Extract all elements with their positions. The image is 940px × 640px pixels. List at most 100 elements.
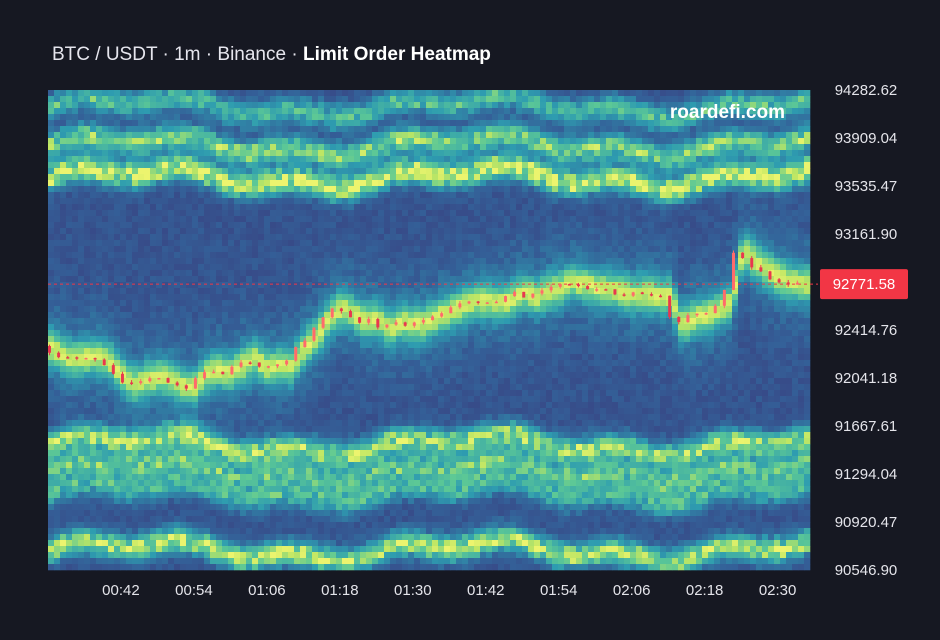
heatmap-cell xyxy=(108,258,115,265)
heatmap-cell xyxy=(114,564,121,571)
heatmap-cell xyxy=(132,438,139,445)
heatmap-cell xyxy=(408,408,415,415)
heatmap-cell xyxy=(336,408,343,415)
heatmap-cell xyxy=(300,144,307,151)
heatmap-cell xyxy=(246,210,253,217)
heatmap-cell xyxy=(150,120,157,127)
heatmap-cell xyxy=(120,138,127,145)
heatmap-cell xyxy=(114,354,121,361)
heatmap-cell xyxy=(78,144,85,151)
heatmap-cell xyxy=(366,342,373,349)
heatmap-cell xyxy=(192,420,199,427)
heatmap-cell xyxy=(288,312,295,319)
heatmap-cell xyxy=(288,102,295,109)
heatmap-cell xyxy=(330,174,337,181)
heatmap-cell xyxy=(258,228,265,235)
heatmap-cell xyxy=(108,324,115,331)
heatmap-cell xyxy=(288,420,295,427)
heatmap-cell xyxy=(132,348,139,355)
heatmap-cell xyxy=(144,246,151,253)
heatmap-cell xyxy=(126,324,133,331)
heatmap-cell xyxy=(126,510,133,517)
heatmap-cell xyxy=(264,240,271,247)
heatmap-cell xyxy=(108,102,115,109)
heatmap-cell xyxy=(96,378,103,385)
heatmap-cell xyxy=(252,330,259,337)
heatmap-cell xyxy=(282,216,289,223)
heatmap-cell xyxy=(258,348,265,355)
heatmap-cell xyxy=(168,228,175,235)
heatmap-cell xyxy=(84,396,91,403)
heatmap-cell xyxy=(48,528,55,535)
heatmap-cell xyxy=(216,552,223,559)
heatmap-cell xyxy=(198,408,205,415)
heatmap-cell xyxy=(162,318,169,325)
heatmap-cell xyxy=(330,522,337,529)
heatmap-cell xyxy=(240,564,247,571)
heatmap-cell xyxy=(276,114,283,121)
heatmap-cell xyxy=(54,444,61,451)
heatmap-cell xyxy=(354,450,361,457)
heatmap-cell xyxy=(144,342,151,349)
heatmap-cell xyxy=(366,468,373,475)
heatmap-cell xyxy=(288,210,295,217)
heatmap-cell xyxy=(258,516,265,523)
heatmap-cell xyxy=(318,558,325,565)
heatmap-cell xyxy=(264,264,271,271)
heatmap-cell xyxy=(312,426,319,433)
heatmap-cell xyxy=(396,102,403,109)
heatmap-cell xyxy=(330,300,337,307)
heatmap-cell xyxy=(96,468,103,475)
heatmap-cell xyxy=(402,126,409,133)
heatmap-cell xyxy=(360,324,367,331)
heatmap-cell xyxy=(390,420,397,427)
heatmap-cell xyxy=(96,516,103,523)
heatmap-cell xyxy=(264,444,271,451)
heatmap-cell xyxy=(378,132,385,139)
heatmap-cell xyxy=(360,528,367,535)
heatmap-cell xyxy=(144,216,151,223)
heatmap-cell xyxy=(126,468,133,475)
heatmap-cell xyxy=(246,468,253,475)
heatmap-cell xyxy=(174,108,181,115)
heatmap-cell xyxy=(312,258,319,265)
heatmap-cell xyxy=(384,336,391,343)
heatmap-cell xyxy=(96,204,103,211)
heatmap-cell xyxy=(120,168,127,175)
heatmap-cell xyxy=(234,102,241,109)
heatmap-cell xyxy=(210,312,217,319)
heatmap-cell xyxy=(258,456,265,463)
heatmap-cell xyxy=(108,300,115,307)
heatmap-cell xyxy=(282,564,289,571)
heatmap-cell xyxy=(162,468,169,475)
heatmap-cell xyxy=(84,126,91,133)
heatmap-cell xyxy=(150,138,157,145)
heatmap-cell xyxy=(204,174,211,181)
heatmap-cell xyxy=(234,168,241,175)
heatmap-cell xyxy=(120,552,127,559)
heatmap-cell xyxy=(330,396,337,403)
heatmap-cell xyxy=(366,138,373,145)
heatmap-cell xyxy=(198,222,205,229)
heatmap-cell xyxy=(198,114,205,121)
heatmap-cell xyxy=(156,294,163,301)
heatmap-cell xyxy=(348,390,355,397)
heatmap-cell xyxy=(336,138,343,145)
heatmap-cell xyxy=(402,498,409,505)
heatmap-cell xyxy=(132,396,139,403)
heatmap-cell xyxy=(342,276,349,283)
heatmap-cell xyxy=(312,294,319,301)
heatmap-cell xyxy=(354,156,361,163)
heatmap-cell xyxy=(354,438,361,445)
heatmap-cell xyxy=(72,414,79,421)
heatmap-cell xyxy=(60,498,67,505)
heatmap-cell xyxy=(204,288,211,295)
heatmap-cell xyxy=(240,300,247,307)
heatmap-cell xyxy=(378,468,385,475)
heatmap-cell xyxy=(204,252,211,259)
heatmap-cell xyxy=(96,354,103,361)
heatmap-cell xyxy=(288,300,295,307)
heatmap-cell xyxy=(66,138,73,145)
heatmap-cell xyxy=(198,414,205,421)
heatmap-cell xyxy=(138,216,145,223)
